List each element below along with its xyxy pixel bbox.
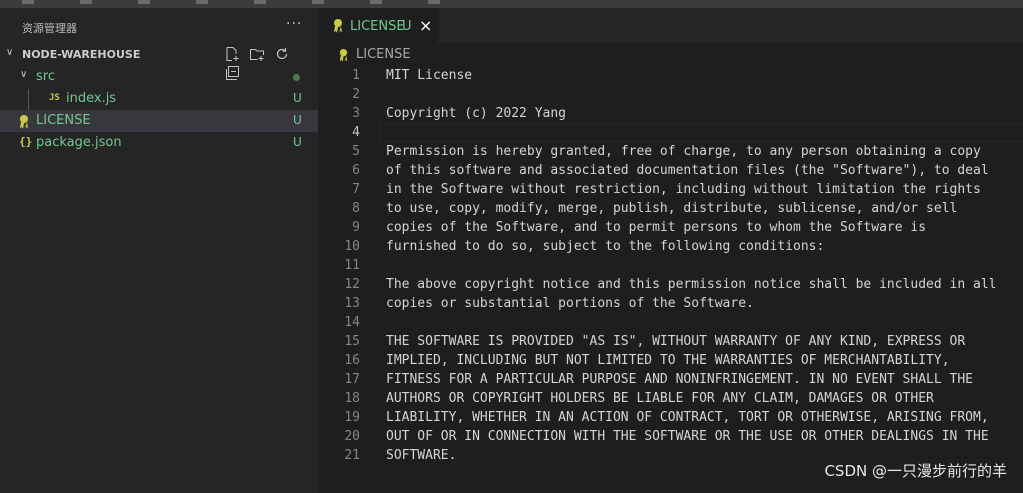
code-line[interactable]: 19 LIABILITY, WHETHER IN AN ACTION OF CON… <box>318 408 1023 427</box>
line-number: 3 <box>352 106 360 121</box>
license-icon <box>339 49 348 62</box>
line-number: 15 <box>344 334 360 349</box>
tree-item-index-js[interactable]: JS index.js U <box>0 88 318 110</box>
code-line[interactable]: 13 copies or substantial portions of the … <box>318 294 1023 313</box>
tab-label: LICENSE <box>350 19 405 34</box>
workspace-title: NODE-WAREHOUSE <box>22 48 141 61</box>
tree-item-package-json[interactable]: {} package.json U <box>0 132 318 154</box>
line-number: 5 <box>352 144 360 159</box>
line-number: 13 <box>344 296 360 311</box>
line-number: 21 <box>344 448 360 463</box>
line-number: 7 <box>352 182 360 197</box>
line-number: 6 <box>352 163 360 178</box>
watermark: CSDN @一只漫步前行的羊 <box>824 462 1007 480</box>
code-line[interactable]: 12 The above copyright notice and this pe… <box>318 275 1023 294</box>
tree-item-label: src <box>36 69 55 84</box>
tree-item-label: package.json <box>36 135 122 150</box>
line-text: SOFTWARE. <box>386 448 457 463</box>
line-text: LIABILITY, WHETHER IN AN ACTION OF CONTR… <box>386 410 989 425</box>
line-number: 14 <box>344 315 360 330</box>
line-number: 10 <box>344 239 360 254</box>
tree-item-label: LICENSE <box>36 113 91 128</box>
line-text: of this software and associated document… <box>386 163 989 178</box>
code-line[interactable]: 6 of this software and associated documen… <box>318 161 1023 180</box>
javascript-file-icon: JS <box>49 93 60 103</box>
line-text: AUTHORS OR COPYRIGHT HOLDERS BE LIABLE F… <box>386 391 934 406</box>
code-line[interactable]: 1 MIT License <box>318 66 1023 85</box>
code-line[interactable]: 18 AUTHORS OR COPYRIGHT HOLDERS BE LIABLE… <box>318 389 1023 408</box>
line-number: 17 <box>344 372 360 387</box>
line-number: 19 <box>344 410 360 425</box>
new-file-icon[interactable] <box>224 46 240 62</box>
explorer-title: 资源管理器 <box>22 22 77 35</box>
tab-license[interactable]: LICENSE U × <box>318 8 438 43</box>
line-number: 4 <box>352 125 360 140</box>
code-line[interactable]: 4 <box>318 123 1023 142</box>
line-text: to use, copy, modify, merge, publish, di… <box>386 201 958 216</box>
line-text: in the Software without restriction, inc… <box>386 182 981 197</box>
license-icon <box>334 19 342 33</box>
breadcrumb-item: LICENSE <box>356 47 411 62</box>
code-line[interactable]: 15 THE SOFTWARE IS PROVIDED "AS IS", WITH… <box>318 332 1023 351</box>
code-line[interactable]: 11 <box>318 256 1023 275</box>
line-number: 2 <box>352 87 360 102</box>
line-text: IMPLIED, INCLUDING BUT NOT LIMITED TO TH… <box>386 353 950 368</box>
tab-bar: LICENSE U × <box>318 8 1023 43</box>
git-status-badge: U <box>293 135 302 149</box>
license-icon <box>20 115 28 129</box>
line-number: 12 <box>344 277 360 292</box>
code-line[interactable]: 10 furnished to do so, subject to the fol… <box>318 237 1023 256</box>
code-line[interactable]: 3 Copyright (c) 2022 Yang <box>318 104 1023 123</box>
line-text: copies or substantial portions of the So… <box>386 296 754 311</box>
git-status-badge: U <box>293 113 302 127</box>
close-icon[interactable]: × <box>419 16 432 35</box>
code-line[interactable]: 14 <box>318 313 1023 332</box>
line-number: 20 <box>344 429 360 444</box>
line-text: The above copyright notice and this perm… <box>386 277 997 292</box>
workspace-section-header[interactable]: ∨ NODE-WAREHOUSE <box>0 44 318 80</box>
code-line[interactable]: 20 OUT OF OR IN CONNECTION WITH THE SOFTW… <box>318 427 1023 446</box>
line-text: furnished to do so, subject to the follo… <box>386 239 825 254</box>
code-line[interactable]: 5 Permission is hereby granted, free of c… <box>318 142 1023 161</box>
tree-item-src[interactable]: ∨ src <box>0 66 318 88</box>
chevron-down-icon[interactable]: ∨ <box>6 47 13 58</box>
more-actions-button[interactable]: ··· <box>286 16 302 32</box>
line-text: Permission is hereby granted, free of ch… <box>386 144 981 159</box>
line-number: 8 <box>352 201 360 216</box>
line-number: 1 <box>352 68 360 83</box>
chevron-down-icon[interactable]: ∨ <box>20 69 27 80</box>
line-number: 18 <box>344 391 360 406</box>
json-file-icon: {} <box>19 135 33 148</box>
line-text: OUT OF OR IN CONNECTION WITH THE SOFTWAR… <box>386 429 989 444</box>
git-status-badge: U <box>293 91 302 105</box>
code-line[interactable]: 7 in the Software without restriction, in… <box>318 180 1023 199</box>
code-line[interactable]: 8 to use, copy, modify, merge, publish, d… <box>318 199 1023 218</box>
tab-git-status: U <box>402 19 412 34</box>
editor-area: LICENSE U × LICENSE 1 MIT License 2 3 Copyri… <box>318 8 1023 493</box>
tree-item-license[interactable]: LICENSE U <box>0 110 318 132</box>
line-text: copies of the Software, and to permit pe… <box>386 220 927 235</box>
git-modified-dot <box>293 74 300 81</box>
line-text: THE SOFTWARE IS PROVIDED "AS IS", WITHOU… <box>386 334 966 349</box>
line-text: FITNESS FOR A PARTICULAR PURPOSE AND NON… <box>386 372 973 387</box>
code-line[interactable]: 17 FITNESS FOR A PARTICULAR PURPOSE AND N… <box>318 370 1023 389</box>
line-number: 16 <box>344 353 360 368</box>
code-line[interactable]: 9 copies of the Software, and to permit p… <box>318 218 1023 237</box>
tree-item-label: index.js <box>66 91 117 106</box>
line-text: Copyright (c) 2022 Yang <box>386 106 567 121</box>
code-line[interactable]: 2 <box>318 85 1023 104</box>
title-bar-strip <box>0 0 1023 8</box>
explorer-sidebar: 资源管理器 ··· ∨ NODE-WAREHOUSE ∨ src JS inde… <box>0 8 318 493</box>
line-number: 9 <box>352 220 360 235</box>
line-number: 11 <box>344 258 360 273</box>
line-text: MIT License <box>386 68 473 83</box>
new-folder-icon[interactable] <box>249 46 265 62</box>
code-line[interactable]: 16 IMPLIED, INCLUDING BUT NOT LIMITED TO … <box>318 351 1023 370</box>
code-editor[interactable]: 1 MIT License 2 3 Copyright (c) 2022 Yang 4 5 P… <box>318 66 1023 465</box>
refresh-icon[interactable] <box>274 46 290 62</box>
current-line-highlight <box>380 123 1023 142</box>
